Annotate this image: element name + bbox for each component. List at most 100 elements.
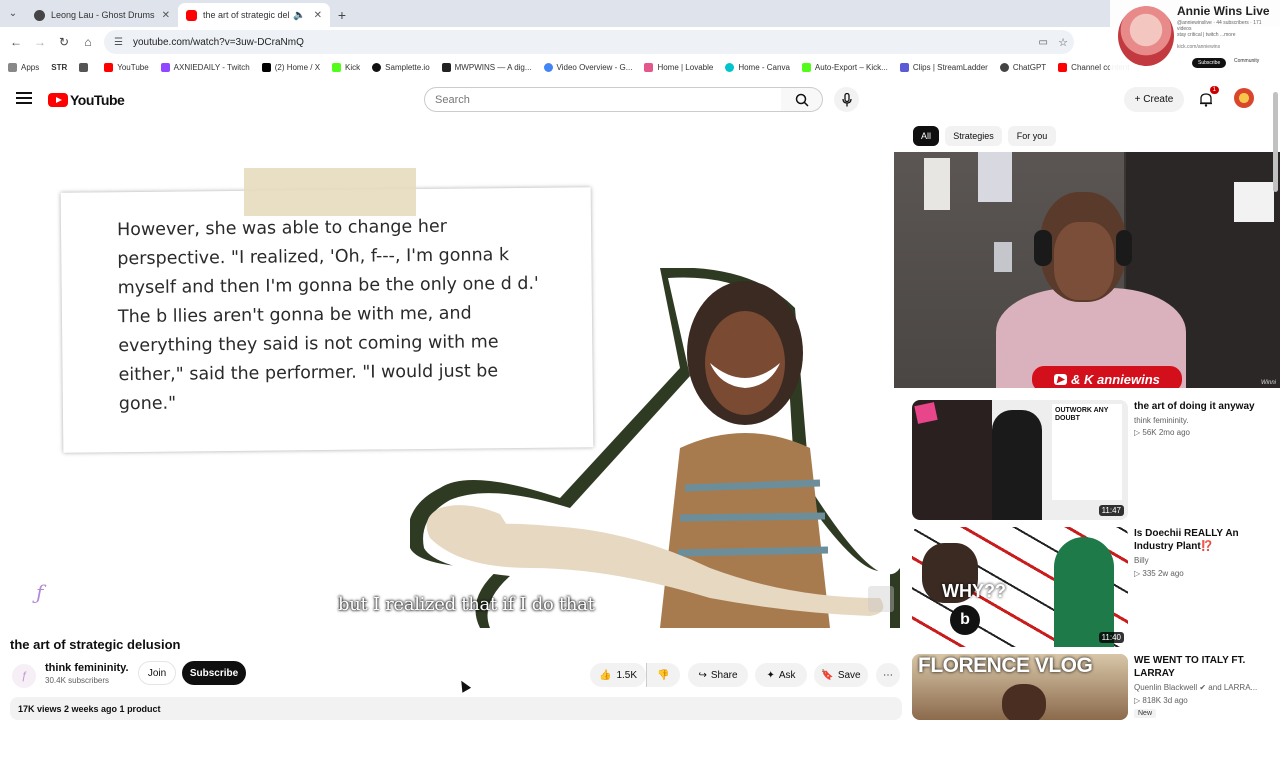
save-button[interactable]: 🔖 Save	[814, 663, 868, 687]
recommended-video[interactable]: WHY?? b 11:40 Is Doechii REALLY An Indus…	[912, 527, 1280, 647]
like-count: 1.5K	[616, 669, 638, 681]
bookmark-google[interactable]: Video Overview - G...	[543, 62, 633, 72]
new-badge: New	[1134, 709, 1157, 718]
tab-close-icon[interactable]: ✕	[162, 10, 170, 21]
bookmark-kick[interactable]: Kick	[332, 62, 360, 72]
bookmark-label: AXNIEDAILY - Twitch	[173, 62, 250, 72]
video-player[interactable]: However, she was able to change her pers…	[10, 128, 902, 628]
bookmark-samplette[interactable]: Samplette.io	[372, 62, 430, 72]
bookmark-x[interactable]: (2) Home / X	[261, 62, 321, 72]
video-title: the art of strategic delusion	[10, 637, 181, 652]
ask-button[interactable]: ✦ Ask	[755, 663, 807, 687]
recommended-channel: think femininity.	[1134, 416, 1189, 425]
youtube-logo[interactable]: YouTube	[48, 92, 125, 108]
thumb-text: FLORENCE VLOG	[918, 654, 1093, 677]
thumb-text: WHY??	[942, 581, 1006, 601]
site-info-icon[interactable]: ☰	[114, 37, 123, 48]
bookmark-youtube[interactable]: YouTube	[104, 62, 149, 72]
bookmark-label: Auto-Export – Kick...	[814, 62, 888, 72]
bookmark-twitch[interactable]: AXNIEDAILY - Twitch	[160, 62, 250, 72]
url-text[interactable]: youtube.com/watch?v=3uw-DCraNmQ	[133, 37, 304, 48]
home-icon[interactable]: ⌂	[76, 30, 100, 54]
share-button[interactable]: ↪ Share	[688, 663, 748, 687]
tab-ghost-drums[interactable]: Leong Lau - Ghost Drums ✕	[26, 3, 178, 27]
samplette-icon	[372, 62, 382, 72]
address-bar[interactable]: ☰ youtube.com/watch?v=3uw-DCraNmQ ▭ ☆	[104, 30, 1074, 54]
back-icon[interactable]: ←	[4, 30, 28, 54]
cast-icon[interactable]: ▭	[1039, 37, 1048, 48]
bookmark-label: YouTube	[117, 62, 149, 72]
bookmark-streamladder[interactable]: Clips | StreamLadder	[899, 62, 988, 72]
bookmark-label: STR	[51, 62, 68, 72]
tab-close-icon[interactable]: ✕	[314, 10, 322, 21]
subscribe-button[interactable]: Subscribe	[182, 661, 246, 685]
bookmark-label: ChatGPT	[1012, 62, 1047, 72]
notification-badge: 1	[1209, 86, 1219, 94]
bookmark-label: Video Overview - G...	[556, 62, 633, 72]
channel-name[interactable]: think femininity.	[45, 662, 129, 674]
search-button[interactable]	[781, 87, 823, 112]
youtube-header: YouTube Search + Create 1	[0, 80, 1280, 120]
player-overlay-button[interactable]	[868, 586, 894, 612]
bookmark-star-icon[interactable]: ☆	[1058, 36, 1068, 49]
bookmark-mwpwins[interactable]: MWPWINS — A dig...	[441, 62, 532, 72]
bookmark-label: Home - Canva	[738, 62, 790, 72]
wall-poster	[978, 152, 1012, 202]
video-meta: 17K views 2 weeks ago 1 product	[18, 704, 161, 714]
channel-avatar[interactable]: ƒ	[12, 664, 36, 688]
mwpwins-icon	[441, 62, 451, 72]
logo-text: YouTube	[70, 92, 125, 108]
new-tab-button[interactable]: +	[330, 3, 354, 27]
tab-favicon-icon	[34, 9, 45, 21]
video-description-box[interactable]: 17K views 2 weeks ago 1 product	[10, 697, 902, 720]
recommended-title: the art of doing it anyway	[1134, 401, 1255, 412]
menu-icon[interactable]	[16, 92, 32, 104]
bookmark-apps[interactable]: Apps	[8, 62, 40, 72]
bookmark-grid[interactable]	[79, 62, 92, 72]
join-button[interactable]: Join	[138, 661, 176, 685]
recommended-video[interactable]: OUTWORK ANY DOUBT 11:47 the art of doing…	[912, 400, 1280, 520]
recommended-video[interactable]: FLORENCE VLOG WE WENT TO ITALY FT. LARRA…	[912, 654, 1280, 774]
recommended-title: WE WENT TO ITALY FT. LARRAY	[1134, 655, 1246, 679]
video-thumbnail[interactable]: FLORENCE VLOG	[912, 654, 1128, 720]
dislike-button[interactable]: 👎	[646, 663, 680, 687]
audio-icon[interactable]: 🔈	[293, 10, 305, 21]
wall-poster	[1234, 182, 1274, 222]
create-button[interactable]: + Create	[1124, 87, 1184, 112]
tab-strategic-delusion[interactable]: the art of strategic delusion 🔈 ✕	[178, 3, 330, 27]
bookmark-lovable[interactable]: Home | Lovable	[644, 62, 713, 72]
like-button[interactable]: 👍 1.5K	[590, 663, 646, 687]
video-thumbnail[interactable]: WHY?? b 11:40	[912, 527, 1128, 647]
more-actions-button[interactable]: ⋯	[876, 663, 900, 687]
logo-b-icon: b	[950, 605, 980, 635]
bookmark-chatgpt[interactable]: ChatGPT	[999, 62, 1047, 72]
page-scrollbar[interactable]	[1272, 82, 1280, 720]
youtube-icon	[1058, 62, 1068, 72]
grid-icon	[79, 62, 89, 72]
tab-search-icon[interactable]: ⌄	[0, 0, 26, 27]
share-label: Share	[710, 669, 738, 681]
video-thumbnail[interactable]: OUTWORK ANY DOUBT 11:47	[912, 400, 1128, 520]
chip-strategies[interactable]: Strategies	[945, 126, 1002, 146]
webcam-social-tag: ▶ & K anniewins	[1032, 366, 1182, 388]
bookmark-auto-export[interactable]: Auto-Export – Kick...	[801, 62, 888, 72]
search-input[interactable]: Search	[424, 87, 782, 112]
bookmark-str[interactable]: STR	[51, 63, 67, 72]
apps-grid-icon	[8, 62, 17, 72]
bookmark-label: MWPWINS — A dig...	[454, 62, 532, 72]
notifications-button[interactable]: 1	[1196, 86, 1219, 109]
bookmark-label: (2) Home / X	[274, 62, 321, 72]
scrollbar-thumb[interactable]	[1273, 92, 1278, 192]
voice-search-button[interactable]	[834, 87, 859, 112]
bookmark-canva[interactable]: Home - Canva	[725, 62, 790, 72]
chip-for-you[interactable]: For you	[1008, 126, 1056, 146]
youtube-icon: ▶	[1054, 373, 1068, 385]
bookmark-label: Apps	[21, 62, 40, 72]
account-avatar[interactable]	[1234, 88, 1254, 108]
webcam-tag-text: & K anniewins	[1071, 371, 1160, 387]
bookmark-label: Samplette.io	[385, 62, 430, 72]
chip-all[interactable]: All	[913, 126, 939, 146]
reload-icon[interactable]: ↻	[52, 30, 76, 54]
recommended-stats: ▷ 818K 3d ago	[1134, 696, 1188, 705]
forward-icon[interactable]: →	[28, 30, 52, 54]
